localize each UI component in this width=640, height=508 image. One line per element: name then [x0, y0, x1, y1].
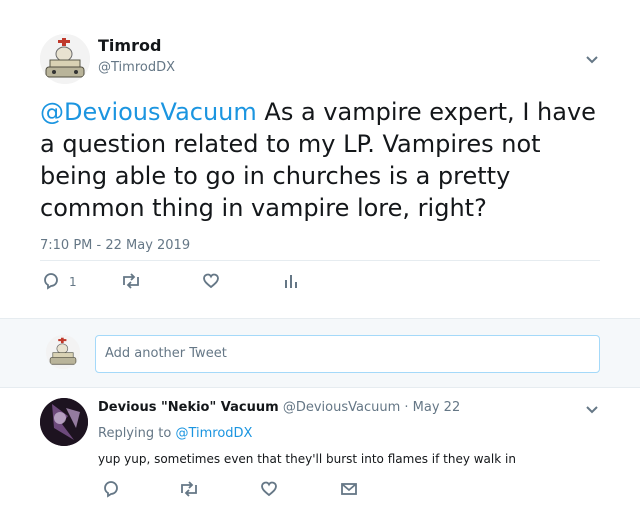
divider [40, 260, 600, 261]
timestamp[interactable]: 7:10 PM - 22 May 2019 [40, 238, 190, 253]
chevron-down-icon[interactable] [584, 52, 600, 68]
like-icon[interactable] [260, 480, 278, 498]
reply-date[interactable]: May 22 [413, 400, 461, 415]
reply-icon[interactable] [42, 272, 60, 290]
tweet-text: @DeviousVacuum As a vampire expert, I ha… [40, 96, 610, 224]
replying-to: Replying to @TimrodDX [98, 426, 252, 441]
display-name[interactable]: Timrod [98, 36, 161, 55]
display-name[interactable]: Devious "Nekio" Vacuum [98, 400, 279, 415]
retweet-icon[interactable] [178, 480, 200, 498]
avatar [46, 335, 80, 369]
reply-header: Devious "Nekio" Vacuum @DeviousVacuum · … [98, 400, 460, 415]
reply-count: 1 [69, 275, 77, 289]
replying-label: Replying to [98, 426, 172, 441]
mention-link[interactable]: @DeviousVacuum [40, 98, 257, 126]
compose-input[interactable]: Add another Tweet [95, 335, 600, 373]
chevron-down-icon[interactable] [584, 402, 600, 418]
compose-placeholder: Add another Tweet [105, 346, 227, 361]
retweet-icon[interactable] [120, 272, 142, 290]
analytics-icon[interactable] [283, 272, 299, 290]
avatar[interactable] [40, 398, 88, 446]
reply-icon[interactable] [102, 480, 120, 498]
handle[interactable]: @DeviousVacuum [283, 400, 400, 415]
separator: · [404, 400, 409, 415]
handle[interactable]: @TimrodDX [98, 60, 175, 75]
avatar[interactable] [40, 34, 90, 84]
reply-text: yup yup, sometimes even that they'll bur… [98, 452, 516, 466]
message-icon[interactable] [340, 481, 358, 497]
compose-bar: Add another Tweet [0, 318, 640, 388]
like-icon[interactable] [202, 272, 220, 290]
replying-to-link[interactable]: @TimrodDX [175, 426, 252, 441]
